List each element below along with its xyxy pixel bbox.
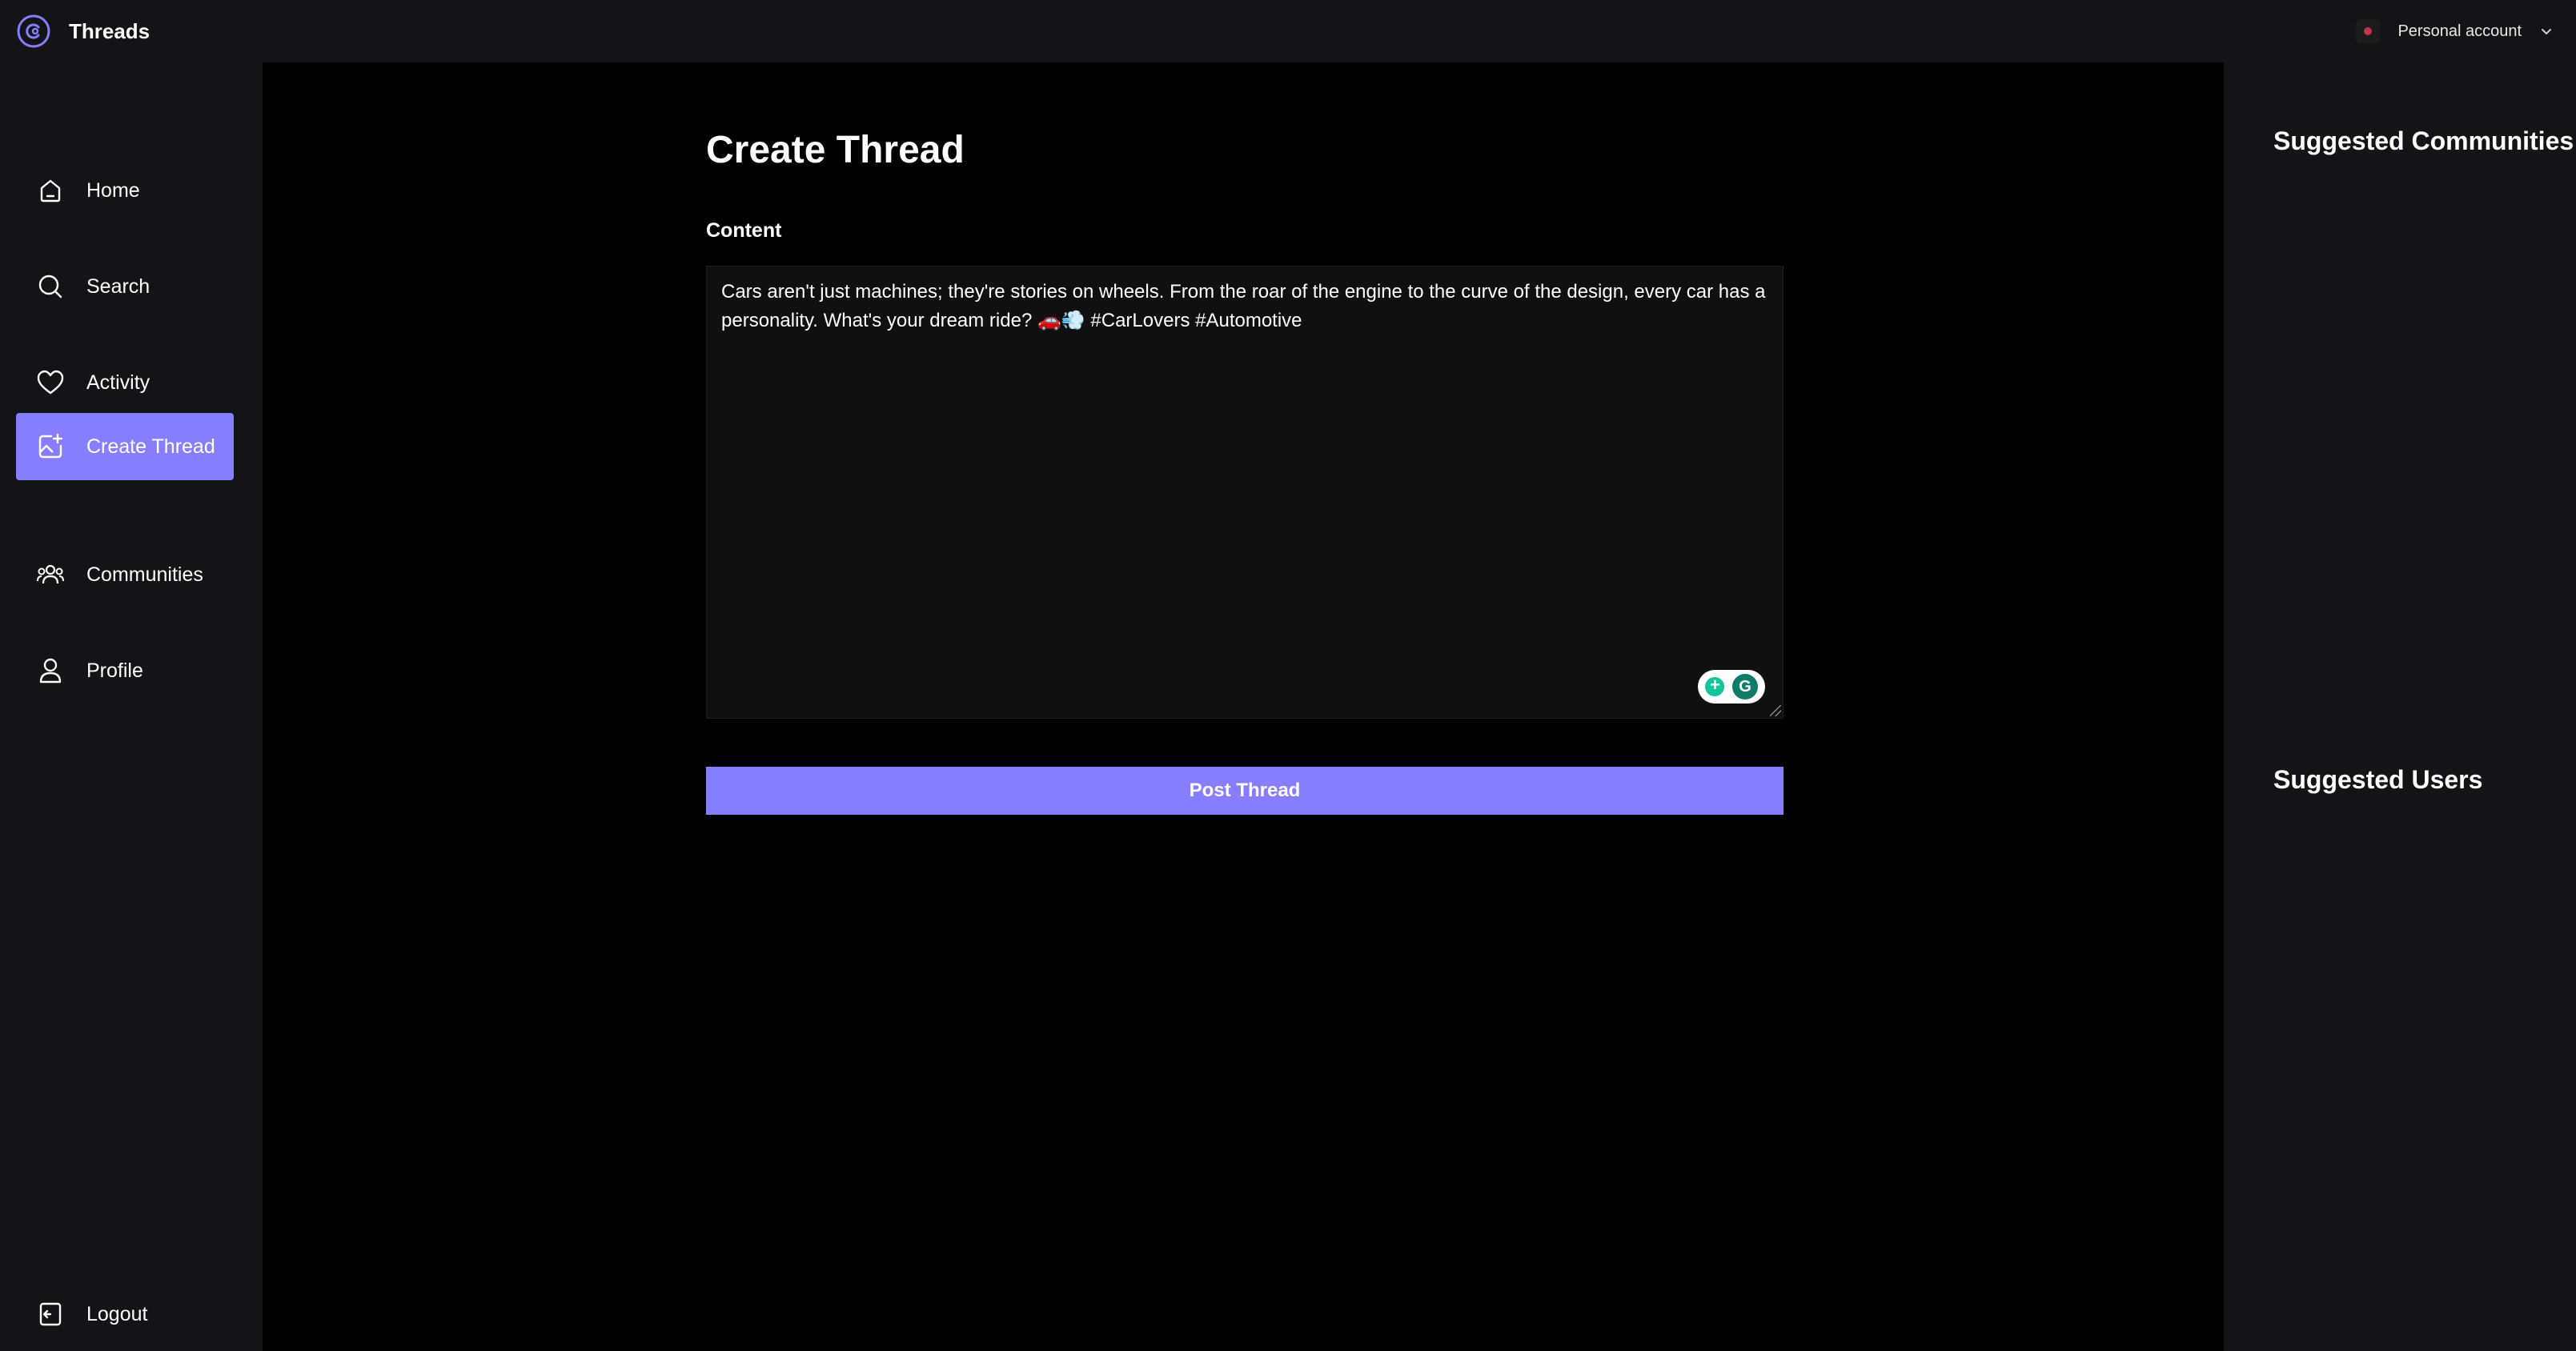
top-bar: Threads Personal account xyxy=(0,0,2576,62)
right-sidebar: Suggested Communities Suggested Users xyxy=(2224,62,2576,1351)
suggested-communities-heading: Suggested Communities xyxy=(2273,126,2574,155)
page-title: Create Thread xyxy=(706,129,965,171)
brand[interactable]: Threads xyxy=(16,14,150,49)
community-icon xyxy=(37,564,64,584)
sidebar-item-label: Communities xyxy=(86,563,203,586)
grammarly-widget[interactable]: G xyxy=(1698,670,1765,704)
sidebar-item-label: Activity xyxy=(86,371,150,394)
main-content: Create Thread Content Cars aren't just m… xyxy=(263,62,2224,1351)
account-label: Personal account xyxy=(2397,22,2522,40)
organization-avatar xyxy=(2356,19,2381,43)
sidebar-item-communities[interactable]: Communities xyxy=(16,541,234,608)
home-icon xyxy=(40,179,61,202)
app-name: Threads xyxy=(69,18,150,43)
create-icon xyxy=(38,433,63,459)
sidebar-item-label: Profile xyxy=(86,659,143,682)
grammarly-logo-icon[interactable]: G xyxy=(1732,674,1758,700)
sidebar-item-label: Home xyxy=(86,178,140,202)
suggested-users-heading: Suggested Users xyxy=(2273,765,2483,794)
sidebar-item-profile[interactable]: Profile xyxy=(16,637,234,704)
content-label: Content xyxy=(706,219,782,242)
resize-handle[interactable] xyxy=(1770,705,1781,716)
threads-logo-icon xyxy=(17,14,50,48)
heart-icon xyxy=(37,370,64,395)
left-sidebar: Home Search Activity Create Thread Commu… xyxy=(0,62,263,1351)
search-icon xyxy=(38,275,62,299)
logout-icon xyxy=(39,1302,62,1326)
logout-label: Logout xyxy=(86,1302,148,1325)
sidebar-item-activity[interactable]: Activity xyxy=(16,349,234,416)
chevron-down-icon xyxy=(2542,29,2551,34)
account-switcher[interactable]: Personal account xyxy=(2356,19,2554,43)
sidebar-item-label: Search xyxy=(86,275,150,298)
sidebar-item-search[interactable]: Search xyxy=(16,253,234,320)
sidebar-item-label: Create Thread xyxy=(86,435,215,458)
sidebar-item-create-thread[interactable]: Create Thread xyxy=(16,413,234,480)
user-icon xyxy=(39,658,62,684)
post-thread-button[interactable]: Post Thread xyxy=(706,767,1784,815)
content-field-wrapper: Cars aren't just machines; they're stori… xyxy=(706,266,1784,719)
grammarly-suggestion-icon[interactable] xyxy=(1705,675,1724,696)
sidebar-item-home[interactable]: Home xyxy=(16,157,234,224)
content-textarea[interactable]: Cars aren't just machines; they're stori… xyxy=(707,267,1783,718)
logout-button[interactable]: Logout xyxy=(16,1281,234,1348)
